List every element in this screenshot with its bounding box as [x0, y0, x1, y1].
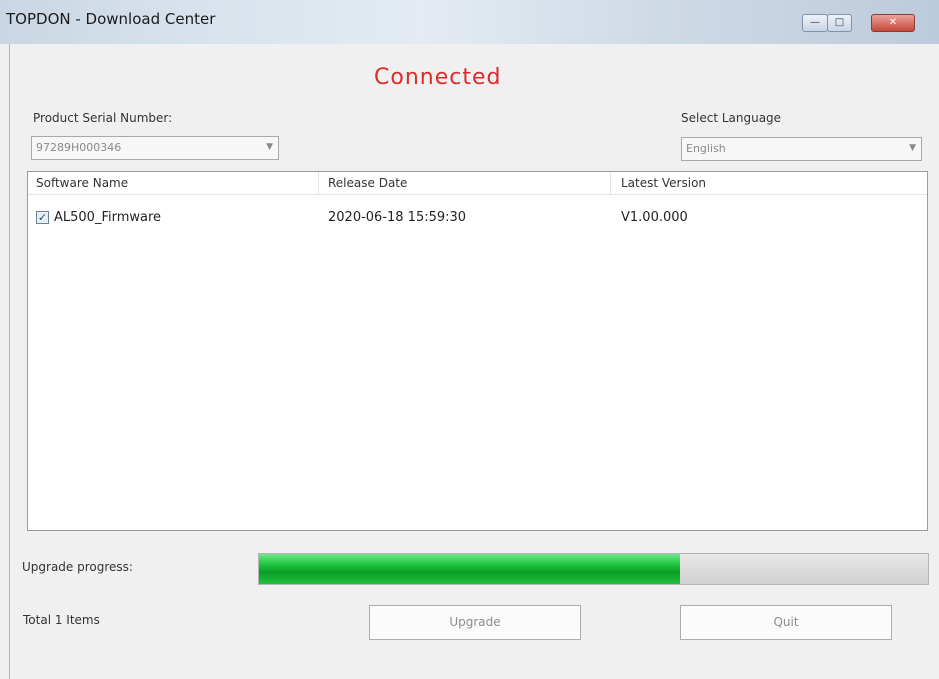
- column-divider[interactable]: [318, 172, 319, 194]
- close-button[interactable]: ✕: [871, 14, 915, 32]
- upgrade-progress-label: Upgrade progress:: [22, 560, 133, 574]
- column-latest-version[interactable]: Latest Version: [621, 176, 706, 190]
- language-value: English: [686, 142, 726, 155]
- serial-number-combo[interactable]: 97289H000346 ▼: [31, 136, 279, 160]
- column-software-name[interactable]: Software Name: [36, 176, 128, 190]
- list-item[interactable]: ✓ AL500_Firmware 2020-06-18 15:59:30 V1.…: [28, 210, 927, 228]
- title-bar: TOPDON - Download Center — □ ✕: [0, 0, 939, 44]
- serial-number-value: 97289H000346: [36, 141, 122, 154]
- software-list[interactable]: Software Name Release Date Latest Versio…: [27, 171, 928, 531]
- upgrade-progress-bar: [258, 553, 929, 585]
- software-name-cell: AL500_Firmware: [54, 210, 162, 225]
- list-header: Software Name Release Date Latest Versio…: [28, 172, 927, 195]
- column-release-date[interactable]: Release Date: [328, 176, 407, 190]
- item-checkbox[interactable]: ✓: [36, 211, 49, 224]
- serial-number-label: Product Serial Number:: [33, 111, 173, 125]
- language-select[interactable]: English ▼: [681, 137, 922, 161]
- chevron-down-icon: ▼: [909, 143, 916, 153]
- total-items-label: Total 1 Items: [23, 613, 100, 627]
- language-label: Select Language: [681, 111, 782, 125]
- window-title: TOPDON - Download Center: [6, 10, 216, 28]
- chevron-down-icon: ▼: [266, 142, 273, 152]
- release-date-cell: 2020-06-18 15:59:30: [328, 210, 467, 225]
- upgrade-button[interactable]: Upgrade: [369, 605, 581, 640]
- progress-fill: [259, 554, 681, 584]
- latest-version-cell: V1.00.000: [621, 210, 688, 225]
- column-divider[interactable]: [610, 172, 611, 194]
- maximize-button[interactable]: □: [827, 14, 852, 32]
- quit-button[interactable]: Quit: [680, 605, 892, 640]
- connection-status: Connected: [374, 65, 502, 90]
- minimize-button[interactable]: —: [802, 14, 828, 32]
- download-center-window: TOPDON - Download Center — □ ✕ Connected…: [0, 0, 939, 679]
